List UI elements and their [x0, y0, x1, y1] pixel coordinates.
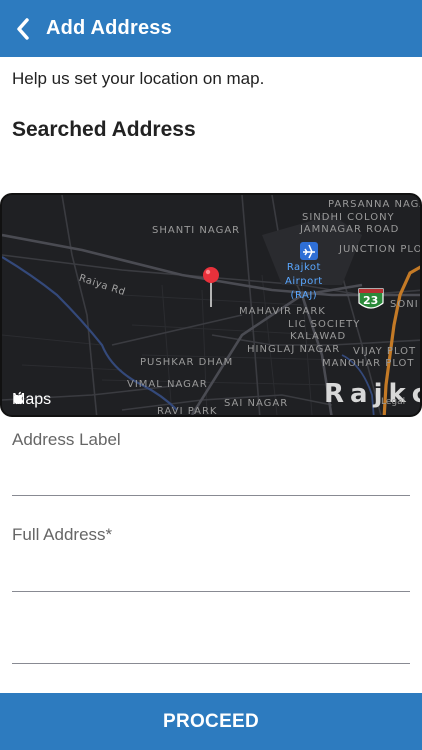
map-label-vijay: VIJAY PLOT [353, 346, 417, 357]
map-label-hinglaj: HINGLAJ NAGAR [247, 344, 341, 355]
full-address-underline [12, 591, 410, 592]
airport-line-2: Airport [285, 276, 323, 287]
apple-maps-brand: Maps [12, 391, 51, 409]
map-label-sindhi: SINDHI COLONY [302, 212, 395, 223]
page-title: Add Address [46, 17, 172, 39]
map-label-lic: LIC SOCIETY [288, 319, 361, 330]
airport-line-1: Rajkot [286, 262, 321, 273]
map-label-jamnagar: JAMNAGAR ROAD [300, 224, 400, 235]
map-label-manohar: MANOHAR PLOT [322, 358, 415, 369]
map-label-kalawad: KALAWAD [290, 331, 347, 342]
address-label-label: Address Label [12, 430, 121, 449]
helper-text: Help us set your location on map. [12, 69, 265, 88]
map-label-soni: SONI [390, 299, 419, 310]
map-legal-link[interactable]: Legal [381, 397, 405, 407]
map-label-shanti: SHANTI NAGAR [152, 225, 241, 236]
full-address-input[interactable] [12, 560, 410, 584]
map-label-junction: JUNCTION PLO [339, 244, 422, 255]
app-header: Add Address [0, 0, 422, 57]
section-title: Searched Address [12, 118, 196, 141]
full-address-label: Full Address* [12, 525, 113, 544]
extra-address-underline [12, 663, 410, 664]
highway-number: 23 [363, 294, 379, 307]
airport-line-3: (RAJ) [290, 290, 318, 301]
map-pin-icon [203, 267, 219, 307]
apple-logo-icon [13, 391, 24, 405]
map-label-city: Rajkc [324, 379, 420, 409]
map-label-airport: Rajkot Airport (RAJ) [285, 261, 323, 303]
back-button[interactable] [0, 0, 46, 57]
address-label-underline [12, 495, 410, 496]
map-label-ravi: RAVI PARK [157, 406, 218, 417]
map-label-pushkar: PUSHKAR DHAM [140, 357, 234, 368]
map-label-sai: SAI NAGAR [224, 398, 289, 409]
map-label-parsanna: PARSANNA NAGA [328, 199, 422, 210]
map-label-vimal: VIMAL NAGAR [127, 379, 208, 390]
chevron-left-icon [17, 17, 29, 40]
map-label-mahavir: MAHAVIR PARK [239, 306, 326, 317]
map-view[interactable]: PARSANNA NAGA SINDHI COLONY JAMNAGAR ROA… [0, 193, 422, 417]
extra-address-input[interactable] [12, 634, 410, 658]
address-label-input[interactable] [12, 464, 410, 488]
proceed-button[interactable]: PROCEED [0, 693, 422, 750]
airport-icon [300, 242, 318, 260]
